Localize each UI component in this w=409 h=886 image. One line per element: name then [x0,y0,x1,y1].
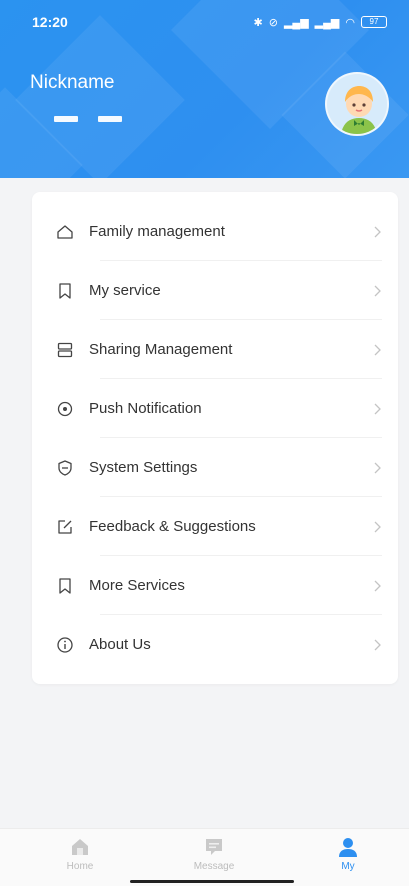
menu-item-label: More Services [89,577,185,594]
menu-item-label: About Us [89,636,151,653]
user-tab-icon [339,838,357,857]
menu-card: Family management My service Sharing Man… [32,192,398,684]
tab-label: Message [193,861,235,872]
menu-item-about-us[interactable]: About Us [32,615,398,674]
menu-item-sharing-management[interactable]: Sharing Management [32,320,398,379]
nickname[interactable]: Nickname [30,72,114,94]
home-indicator [130,880,294,883]
tab-label: My [341,861,355,872]
chevron-right-icon [374,462,381,473]
battery-icon: 97 [361,16,387,28]
status-bar: 12:20 ✱ ⊘ ▂▄▆ ▂▄▆ ◠ 97 [0,0,409,44]
bookmark-icon [56,282,74,300]
tab-label: Home [66,861,94,872]
shield-icon [56,459,74,477]
message-tab-icon [206,839,222,855]
avatar[interactable] [325,72,389,136]
chevron-right-icon [374,639,381,650]
menu-item-system-settings[interactable]: System Settings [32,438,398,497]
chevron-right-icon [374,580,381,591]
chevron-right-icon [374,226,381,237]
chevron-right-icon [374,403,381,414]
tab-message[interactable]: Message [174,829,254,879]
bottom-nav: Home Message My [0,828,409,886]
status-time: 12:20 [32,14,68,30]
info-icon [56,636,74,654]
home-tab-icon [72,839,88,855]
status-icons: ✱ ⊘ ▂▄▆ ▂▄▆ ◠ 97 [254,16,387,29]
wifi-icon: ◠ [345,16,355,29]
chevron-right-icon [374,521,381,532]
tab-my[interactable]: My [308,829,388,879]
menu-item-label: Feedback & Suggestions [89,518,256,535]
signal-icon: ▂▄▆ [314,16,340,29]
menu-item-family-management[interactable]: Family management [32,202,398,261]
menu-item-feedback-suggestions[interactable]: Feedback & Suggestions [32,497,398,556]
bluetooth-icon: ✱ [253,16,263,29]
menu-item-label: Family management [89,223,225,240]
menu-item-label: My service [89,282,161,299]
mute-icon: ⊘ [268,16,278,29]
menu-item-label: Sharing Management [89,341,233,358]
notification-icon [56,400,74,418]
signal-icon: ▂▄▆ [283,16,309,29]
edit-icon [56,518,74,536]
home-icon [56,223,74,241]
menu-item-label: Push Notification [89,400,202,417]
chevron-right-icon [374,344,381,355]
chevron-right-icon [374,285,381,296]
menu-item-label: System Settings [89,459,198,476]
server-icon [56,341,74,359]
tab-home[interactable]: Home [40,829,120,879]
menu-item-more-services[interactable]: More Services [32,556,398,615]
menu-item-my-service[interactable]: My service [32,261,398,320]
bookmark-icon [56,577,74,595]
menu-item-push-notification[interactable]: Push Notification [32,379,398,438]
profile-header: 12:20 ✱ ⊘ ▂▄▆ ▂▄▆ ◠ 97 Nickname [0,0,409,178]
masked-user-id [54,116,122,122]
